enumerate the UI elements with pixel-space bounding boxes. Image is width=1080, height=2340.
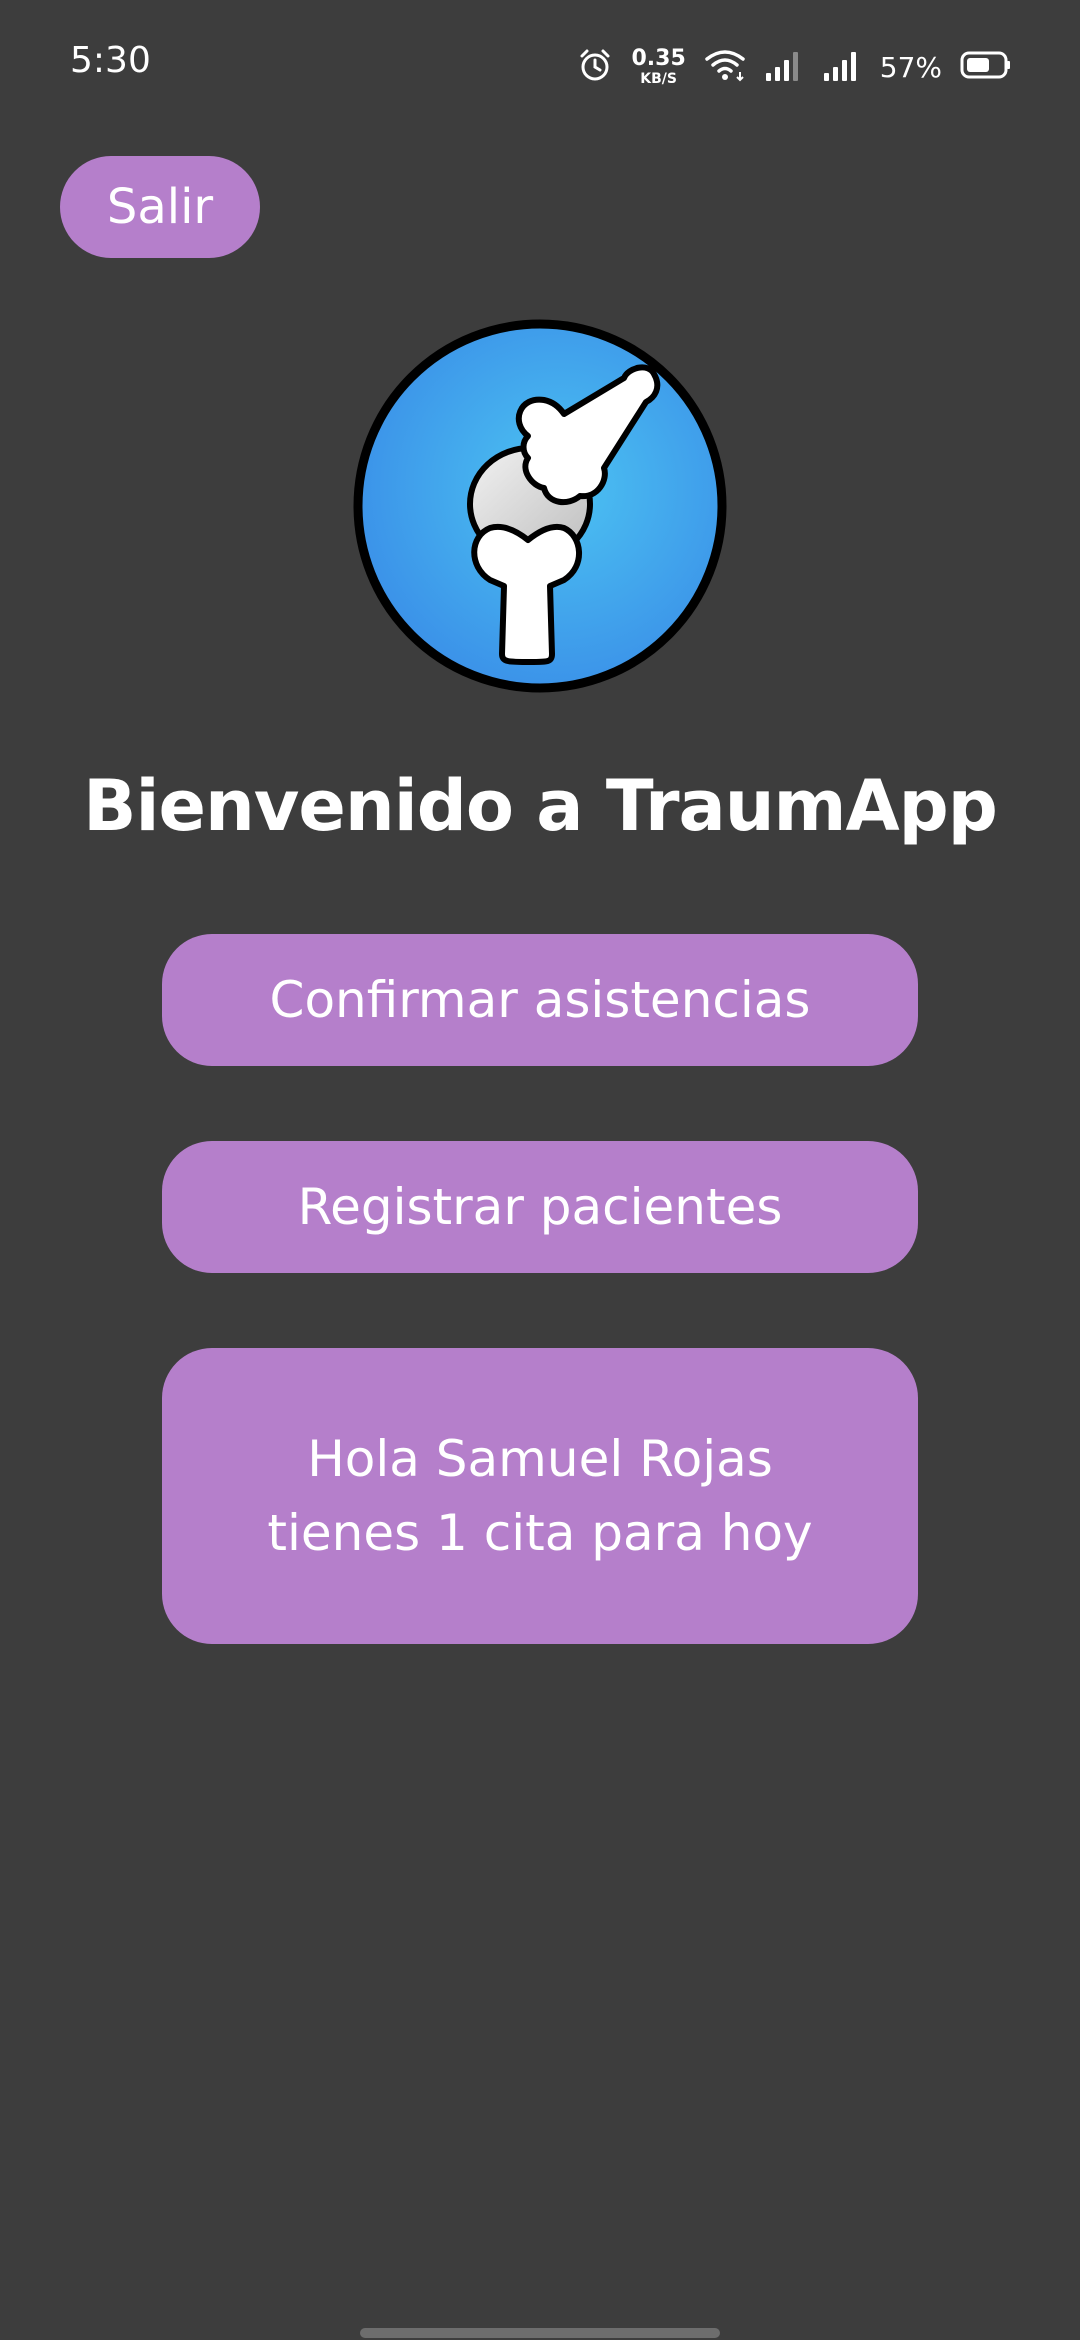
status-icons: 0.35 KB/S 57%: [577, 44, 1012, 90]
logout-button[interactable]: Salir: [60, 156, 260, 258]
network-speed: 0.35 KB/S: [631, 46, 686, 87]
signal-icon: [822, 49, 862, 85]
battery-icon: [960, 50, 1012, 84]
knee-bone-logo: [352, 318, 728, 694]
signal-icon: [764, 49, 804, 85]
register-patients-button[interactable]: Registrar pacientes: [162, 1141, 918, 1273]
appointments-greeting-card[interactable]: Hola Samuel Rojas tienes 1 cita para hoy: [162, 1348, 918, 1644]
status-bar: 5:30 0.35 KB/S 57%: [0, 0, 1080, 130]
page-title: Bienvenido a TraumApp: [83, 765, 998, 847]
confirm-attendance-button[interactable]: Confirmar asistencias: [162, 934, 918, 1066]
status-time: 5:30: [70, 40, 151, 81]
greeting-text: Hola Samuel Rojas: [307, 1430, 773, 1488]
network-speed-value: 0.35: [631, 46, 686, 71]
network-speed-unit: KB/S: [640, 71, 677, 87]
wifi-icon: [704, 48, 746, 86]
appointments-count-text: tienes 1 cita para hoy: [267, 1504, 813, 1562]
home-indicator[interactable]: [360, 2328, 720, 2338]
alarm-icon: [577, 47, 613, 87]
battery-percent: 57%: [879, 50, 942, 84]
